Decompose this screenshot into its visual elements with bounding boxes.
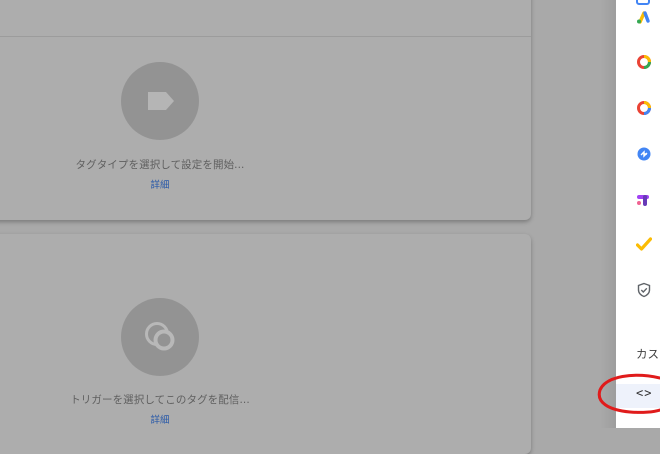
tag-learn-more-link[interactable]: 詳細	[0, 177, 330, 191]
trigger-learn-more-link[interactable]: 詳細	[0, 412, 330, 426]
panel-top-icon[interactable]	[636, 0, 650, 6]
trigger-prompt: トリガーを選択してこのタグを配信...	[70, 394, 250, 406]
google-optimize-icon[interactable]	[636, 192, 652, 208]
highlight-ellipse	[597, 373, 660, 414]
trigger-placeholder[interactable]	[121, 298, 199, 376]
tag-icon	[148, 92, 174, 110]
tag-type-placeholder[interactable]	[121, 62, 199, 140]
google-ads-icon[interactable]	[636, 10, 650, 24]
google-analytics-icon-2[interactable]	[636, 100, 652, 116]
card-divider	[0, 36, 531, 37]
tag-type-prompt: タグタイプを選択して設定を開始...	[75, 159, 245, 171]
tag-configuration-card[interactable]: タグタイプを選択して設定を開始... 詳細	[0, 0, 531, 220]
trigger-icon	[145, 322, 175, 351]
triggering-card[interactable]: トリガーを選択してこのタグを配信... 詳細	[0, 234, 531, 454]
google-surveys-icon[interactable]	[636, 236, 652, 252]
floodlight-icon[interactable]	[636, 146, 652, 162]
tag-type-panel[interactable]: カス <>	[616, 0, 660, 428]
custom-section-label: カス	[636, 347, 659, 361]
panel-shadow	[600, 0, 616, 428]
google-analytics-icon[interactable]	[636, 54, 652, 70]
shield-check-icon[interactable]	[636, 282, 652, 298]
